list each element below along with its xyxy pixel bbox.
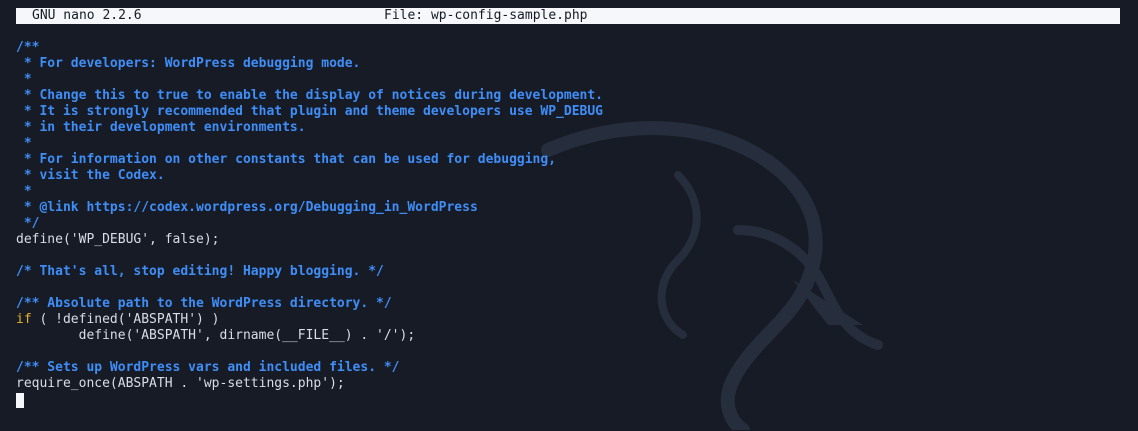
comment-line[interactable]: * @link https://codex.wordpress.org/Debu… — [16, 200, 1120, 216]
nano-titlebar: GNU nano 2.2.6 File: wp-config-sample.ph… — [16, 8, 1120, 24]
line-text: require_once(ABSPATH . 'wp-settings.php'… — [16, 376, 345, 391]
comment-line[interactable]: * — [16, 184, 1120, 200]
line-text: /* That's all, stop editing! Happy blogg… — [16, 264, 384, 279]
cursor-line[interactable] — [16, 392, 1120, 408]
line-text: /** Sets up WordPress vars and included … — [16, 360, 400, 375]
comment-line[interactable]: * in their development environments. — [16, 120, 1120, 136]
keyword-token: if — [16, 312, 32, 327]
comment-line[interactable]: * visit the Codex. — [16, 168, 1120, 184]
line-text: * It is strongly recommended that plugin… — [16, 104, 603, 119]
line-text: * in their development environments. — [16, 120, 306, 135]
app-name: GNU nano 2.2.6 — [32, 8, 142, 23]
editor-line[interactable] — [16, 248, 1120, 264]
comment-line[interactable]: */ — [16, 216, 1120, 232]
comment-line[interactable]: /** — [16, 40, 1120, 56]
line-text: * For information on other constants tha… — [16, 152, 557, 167]
comment-line[interactable]: * For information on other constants tha… — [16, 152, 1120, 168]
comment-line[interactable]: * For developers: WordPress debugging mo… — [16, 56, 1120, 72]
code-line[interactable]: if ( !defined('ABSPATH') ) — [16, 312, 1120, 328]
comment-line[interactable]: /** Sets up WordPress vars and included … — [16, 360, 1120, 376]
line-text: * — [16, 184, 32, 199]
line-text: * visit the Codex. — [16, 168, 165, 183]
comment-line[interactable]: /** Absolute path to the WordPress direc… — [16, 296, 1120, 312]
line-text: * — [16, 136, 32, 151]
comment-line[interactable]: /* That's all, stop editing! Happy blogg… — [16, 264, 1120, 280]
line-text: * @link https://codex.wordpress.org/Debu… — [16, 200, 478, 215]
line-text: * For developers: WordPress debugging mo… — [16, 56, 361, 71]
editor-line[interactable] — [16, 24, 1120, 40]
editor-line[interactable] — [16, 344, 1120, 360]
comment-line[interactable]: * Change this to true to enable the disp… — [16, 88, 1120, 104]
comment-line[interactable]: * It is strongly recommended that plugin… — [16, 104, 1120, 120]
text-cursor — [16, 393, 24, 408]
file-name: File: wp-config-sample.php — [384, 8, 588, 23]
line-text: ( !defined('ABSPATH') ) — [31, 312, 220, 327]
line-text: /** Absolute path to the WordPress direc… — [16, 296, 392, 311]
line-text: /** — [16, 40, 40, 55]
comment-line[interactable]: * — [16, 136, 1120, 152]
code-line[interactable]: define('WP_DEBUG', false); — [16, 232, 1120, 248]
text-editor[interactable]: /** * For developers: WordPress debuggin… — [16, 24, 1120, 424]
editor-line[interactable] — [16, 280, 1120, 296]
comment-line[interactable]: * — [16, 72, 1120, 88]
line-text: define('ABSPATH', dirname(__FILE__) . '/… — [16, 328, 416, 343]
line-text: * — [16, 72, 32, 87]
line-text: * Change this to true to enable the disp… — [16, 88, 603, 103]
line-text: define('WP_DEBUG', false); — [16, 232, 220, 247]
terminal-window[interactable]: GNU nano 2.2.6 File: wp-config-sample.ph… — [0, 0, 1138, 431]
code-line[interactable]: define('ABSPATH', dirname(__FILE__) . '/… — [16, 328, 1120, 344]
code-line[interactable]: require_once(ABSPATH . 'wp-settings.php'… — [16, 376, 1120, 392]
line-text: */ — [16, 216, 40, 231]
